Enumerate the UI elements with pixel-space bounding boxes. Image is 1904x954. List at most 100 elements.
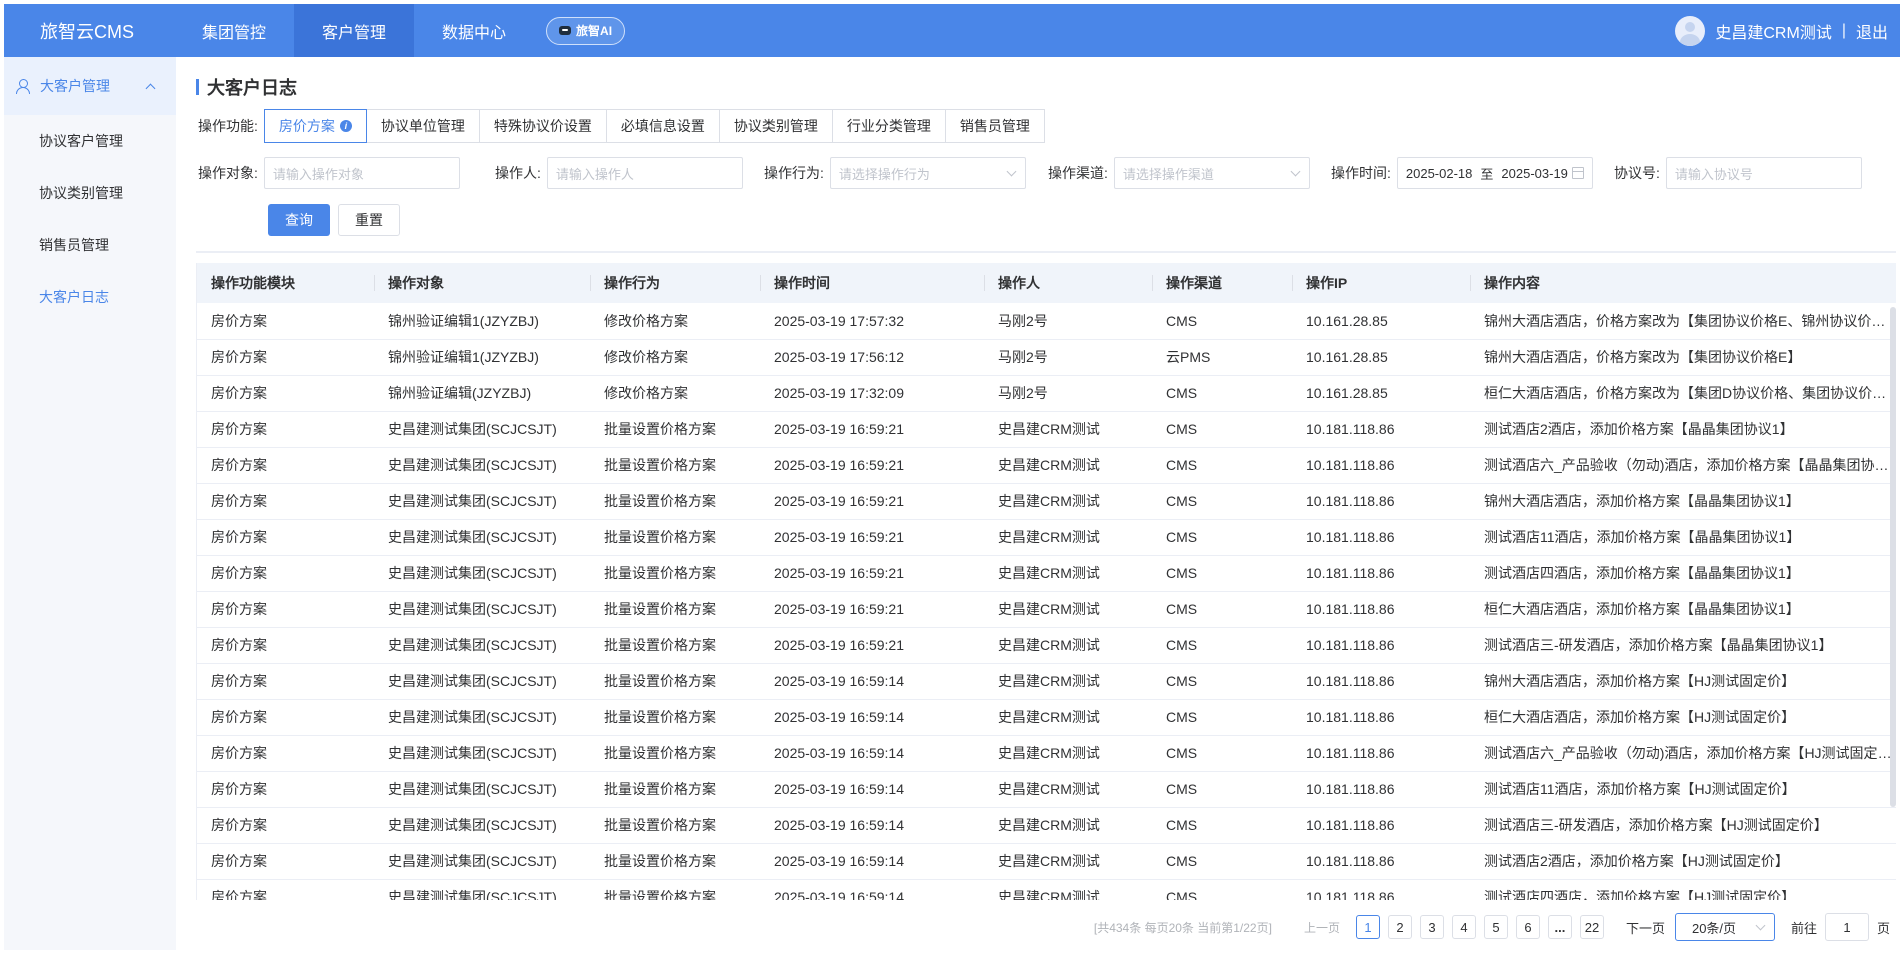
cell-object: 史昌建测试集团(SCJCSJT)	[374, 519, 590, 556]
avatar[interactable]	[1675, 15, 1706, 46]
brand-logo[interactable]: 旅智云CMS	[4, 18, 174, 44]
reset-button[interactable]: 重置	[338, 204, 400, 236]
sidebar-item-salesperson[interactable]: 销售员管理	[4, 219, 176, 271]
topnav-customer-management[interactable]: 客户管理	[294, 4, 415, 57]
topnav-group-control[interactable]: 集团管控	[174, 4, 294, 57]
cell-channel: CMS	[1152, 807, 1292, 844]
tab-required-info[interactable]: 必填信息设置	[605, 109, 720, 143]
tab-agreement-category[interactable]: 协议类别管理	[718, 109, 833, 143]
agreement-input[interactable]: 请输入协议号	[1665, 157, 1862, 189]
table-row[interactable]: 房价方案 史昌建测试集团(SCJCSJT) 批量设置价格方案 2025-03-19 1…	[197, 843, 1896, 880]
page-button-22[interactable]: 22	[1579, 915, 1604, 939]
query-button[interactable]: 查询	[268, 204, 330, 236]
tab-industry-category[interactable]: 行业分类管理	[831, 109, 946, 143]
table-row[interactable]: 房价方案 锦州验证编辑1(JZYZBJ) 修改价格方案 2025-03-19 17:5…	[197, 339, 1896, 376]
page-button-5[interactable]: 5	[1483, 915, 1508, 939]
topnav-data-center[interactable]: 数据中心	[414, 4, 534, 57]
table-row[interactable]: 房价方案 史昌建测试集团(SCJCSJT) 批量设置价格方案 2025-03-19 1…	[197, 663, 1896, 700]
action-label: 操作行为:	[764, 165, 824, 181]
date-range-picker[interactable]: 2025-02-18 至 2025-03-19	[1396, 157, 1593, 189]
sidebar-item-agreement-category[interactable]: 协议类别管理	[4, 167, 176, 219]
cell-operator: 史昌建CRM测试	[984, 843, 1152, 880]
object-input[interactable]: 请输入操作对象	[263, 157, 460, 189]
table-body: 房价方案 锦州验证编辑1(JZYZBJ) 修改价格方案 2025-03-19 17:5…	[197, 303, 1896, 900]
cell-channel: CMS	[1152, 591, 1292, 628]
cell-module: 房价方案	[197, 375, 374, 412]
table-row[interactable]: 房价方案 史昌建测试集团(SCJCSJT) 批量设置价格方案 2025-03-19 1…	[197, 447, 1896, 484]
logout-link[interactable]: 退出	[1856, 19, 1888, 43]
cell-object: 史昌建测试集团(SCJCSJT)	[374, 735, 590, 772]
sidebar: 大客户管理 协议客户管理 协议类别管理 销售员管理 大客户日志	[4, 57, 176, 950]
action-placeholder: 请选择操作行为	[838, 166, 930, 182]
page-button-4[interactable]: 4	[1451, 915, 1476, 939]
object-label: 操作对象:	[198, 165, 258, 181]
table-row[interactable]: 房价方案 史昌建测试集团(SCJCSJT) 批量设置价格方案 2025-03-19 1…	[197, 699, 1896, 736]
cell-content: 测试酒店三-研发酒店，添加价格方案【晶晶集团协议1】	[1470, 627, 1896, 664]
cell-object: 锦州验证编辑1(JZYZBJ)	[374, 303, 590, 340]
sidebar-group-key-customer[interactable]: 大客户管理	[4, 57, 176, 115]
cell-ip: 10.181.118.86	[1292, 627, 1470, 664]
header-time[interactable]: 操作时间	[760, 263, 984, 303]
table-row[interactable]: 房价方案 史昌建测试集团(SCJCSJT) 批量设置价格方案 2025-03-19 1…	[197, 411, 1896, 448]
table-row[interactable]: 房价方案 史昌建测试集团(SCJCSJT) 批量设置价格方案 2025-03-19 1…	[197, 483, 1896, 520]
table-row[interactable]: 房价方案 史昌建测试集团(SCJCSJT) 批量设置价格方案 2025-03-19 1…	[197, 519, 1896, 556]
cell-channel: CMS	[1152, 483, 1292, 520]
table-row[interactable]: 房价方案 锦州验证编辑(JZYZBJ) 修改价格方案 2025-03-19 17:32…	[197, 375, 1896, 412]
date-range-separator: 至	[1480, 166, 1494, 182]
table-row[interactable]: 房价方案 锦州验证编辑1(JZYZBJ) 修改价格方案 2025-03-19 17:5…	[197, 303, 1896, 340]
table-row[interactable]: 房价方案 史昌建测试集团(SCJCSJT) 批量设置价格方案 2025-03-19 1…	[197, 771, 1896, 808]
page-button-2[interactable]: 2	[1387, 915, 1412, 939]
tab-agreement-unit[interactable]: 协议单位管理	[365, 109, 480, 143]
operator-input[interactable]: 请输入操作人	[546, 157, 743, 189]
channel-label: 操作渠道:	[1048, 165, 1108, 181]
header-object[interactable]: 操作对象	[374, 263, 590, 303]
tab-salesperson[interactable]: 销售员管理	[944, 109, 1045, 143]
table-row[interactable]: 房价方案 史昌建测试集团(SCJCSJT) 批量设置价格方案 2025-03-19 1…	[197, 807, 1896, 844]
table-row[interactable]: 房价方案 史昌建测试集团(SCJCSJT) 批量设置价格方案 2025-03-19 1…	[197, 735, 1896, 772]
ai-assistant-button[interactable]: 旅智AI	[546, 16, 626, 45]
table-row[interactable]: 房价方案 史昌建测试集团(SCJCSJT) 批量设置价格方案 2025-03-19 1…	[197, 591, 1896, 628]
table-row[interactable]: 房价方案 史昌建测试集团(SCJCSJT) 批量设置价格方案 2025-03-19 1…	[197, 879, 1896, 900]
table-row[interactable]: 房价方案 史昌建测试集团(SCJCSJT) 批量设置价格方案 2025-03-19 1…	[197, 627, 1896, 664]
goto-label: 前往	[1790, 920, 1817, 936]
cell-channel: CMS	[1152, 447, 1292, 484]
cell-operator: 史昌建CRM测试	[984, 447, 1152, 484]
goto-page-input[interactable]: 1	[1824, 913, 1869, 941]
sidebar-item-agreement-customer[interactable]: 协议客户管理	[4, 115, 176, 167]
header-operator[interactable]: 操作人	[984, 263, 1152, 303]
tab-special-agreement-price[interactable]: 特殊协议价设置	[478, 109, 607, 143]
user-name[interactable]: 史昌建CRM测试	[1715, 19, 1831, 43]
cell-operator: 马刚2号	[984, 375, 1152, 412]
cell-content: 锦州大酒店酒店，添加价格方案【晶晶集团协议1】	[1470, 483, 1896, 520]
cell-module: 房价方案	[197, 735, 374, 772]
next-page-button[interactable]: 下一页	[1626, 918, 1665, 937]
header-channel[interactable]: 操作渠道	[1152, 263, 1292, 303]
page-ellipsis-button[interactable]: ...	[1547, 915, 1572, 939]
table-scrollbar[interactable]	[1890, 307, 1896, 807]
cell-operator: 史昌建CRM测试	[984, 771, 1152, 808]
header-ip[interactable]: 操作IP	[1292, 263, 1470, 303]
time-label: 操作时间:	[1331, 165, 1391, 181]
table-row[interactable]: 房价方案 史昌建测试集团(SCJCSJT) 批量设置价格方案 2025-03-19 1…	[197, 555, 1896, 592]
page-title: 大客户日志	[196, 77, 297, 98]
page-button-6[interactable]: 6	[1515, 915, 1540, 939]
prev-page-button[interactable]: 上一页	[1304, 919, 1340, 936]
header-content[interactable]: 操作内容	[1470, 263, 1896, 303]
sidebar-item-key-customer-log[interactable]: 大客户日志	[4, 271, 176, 323]
header-action[interactable]: 操作行为	[590, 263, 760, 303]
page-size-select[interactable]: 20条/页	[1674, 913, 1775, 941]
filter-time: 操作时间: 2025-02-18 至 2025-03-19	[1331, 157, 1593, 189]
info-icon[interactable]: i	[339, 120, 352, 132]
header-module[interactable]: 操作功能模块	[197, 263, 374, 303]
cell-time: 2025-03-19 16:59:14	[760, 771, 984, 808]
channel-select[interactable]: 请选择操作渠道	[1113, 157, 1310, 189]
cell-object: 史昌建测试集团(SCJCSJT)	[374, 663, 590, 700]
cell-action: 批量设置价格方案	[590, 771, 760, 808]
action-select[interactable]: 请选择操作行为	[829, 157, 1026, 189]
cell-ip: 10.161.28.85	[1292, 303, 1470, 340]
tab-room-price-plan[interactable]: 房价方案 i	[263, 109, 367, 143]
page-button-3[interactable]: 3	[1419, 915, 1444, 939]
cell-time: 2025-03-19 17:57:32	[760, 303, 984, 340]
cell-channel: CMS	[1152, 627, 1292, 664]
page-button-1[interactable]: 1	[1355, 915, 1380, 939]
